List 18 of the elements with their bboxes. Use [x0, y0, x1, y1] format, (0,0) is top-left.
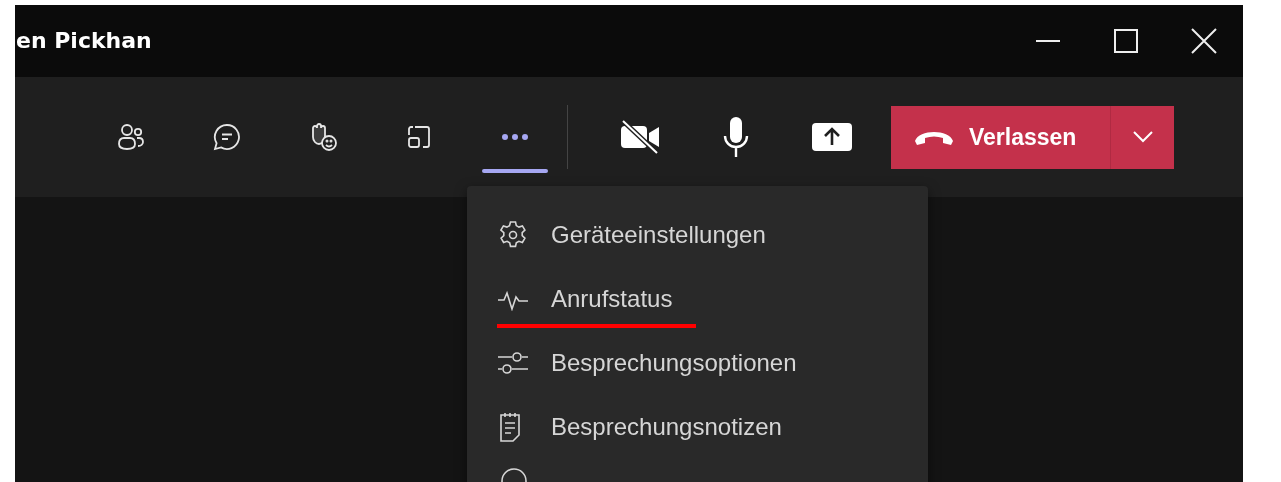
people-icon — [116, 122, 146, 152]
microphone-icon — [722, 116, 750, 158]
notes-icon — [497, 411, 523, 443]
chevron-down-icon — [1132, 131, 1153, 143]
menu-item[interactable]: Besprechungsoptionen — [467, 331, 928, 395]
layout-icon — [405, 123, 433, 151]
leave-button[interactable]: Verlassen — [891, 105, 1110, 169]
menu-item[interactable]: Geräteeinstellungen — [467, 203, 928, 267]
sliders-icon — [497, 349, 529, 377]
close-icon — [1191, 28, 1217, 54]
window-title: en Pickhan — [16, 27, 152, 53]
menu-item[interactable]: Anrufstatus — [467, 267, 928, 331]
menu-item[interactable]: Besprechungsnotizen — [467, 395, 928, 459]
more-icon — [501, 133, 529, 141]
chat-icon — [212, 122, 242, 152]
share-icon — [811, 122, 853, 152]
maximize-icon — [1114, 29, 1138, 53]
minimize-icon — [1036, 40, 1060, 42]
